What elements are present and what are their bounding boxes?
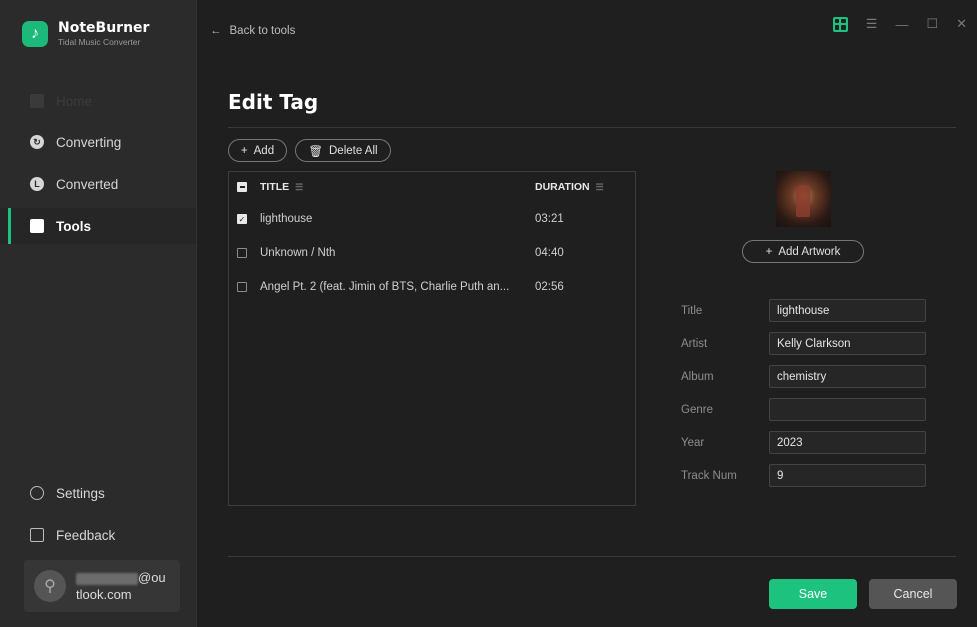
gear-icon xyxy=(30,486,44,500)
track-duration: 02:56 xyxy=(535,281,564,293)
sidebar-item-label: Tools xyxy=(56,218,91,234)
minimize-icon[interactable]: — xyxy=(895,17,908,32)
close-icon[interactable]: ✕ xyxy=(956,16,967,32)
table-header: TITLE ☰ DURATION ☰ xyxy=(229,172,635,202)
user-email: @ou tlook.com xyxy=(76,570,166,602)
back-label: Back to tools xyxy=(229,25,296,37)
mail-icon xyxy=(30,528,44,542)
brand: ♪ NoteBurner Tidal Music Converter xyxy=(22,20,149,48)
theme-grid-icon[interactable] xyxy=(832,16,848,32)
artist-label: Artist xyxy=(681,338,708,350)
row-checkbox[interactable] xyxy=(237,248,247,258)
table-row[interactable]: Angel Pt. 2 (feat. Jimin of BTS, Charlie… xyxy=(229,270,635,304)
track-duration: 04:40 xyxy=(535,247,564,259)
add-button[interactable]: + Add xyxy=(228,139,287,162)
back-to-tools-link[interactable]: ← Back to tools xyxy=(210,25,295,37)
sidebar: ♪ NoteBurner Tidal Music Converter Home … xyxy=(0,0,197,627)
sidebar-item-converted[interactable]: L Converted xyxy=(0,166,196,202)
page-title: Edit Tag xyxy=(228,90,319,114)
sidebar-item-home[interactable]: Home xyxy=(0,83,196,119)
divider-top xyxy=(228,127,956,128)
genre-label: Genre xyxy=(681,404,713,416)
arrow-left-icon: ← xyxy=(210,25,222,37)
track-duration: 03:21 xyxy=(535,213,564,225)
sort-icon: ☰ xyxy=(595,182,604,192)
plus-icon: + xyxy=(240,144,248,157)
artist-field[interactable] xyxy=(769,332,926,355)
toolbox-icon xyxy=(30,219,44,233)
delete-all-button[interactable]: 🗑 Delete All xyxy=(295,139,391,162)
save-button[interactable]: Save xyxy=(769,579,857,609)
title-label: Title xyxy=(681,305,703,317)
sidebar-item-label: Converted xyxy=(56,176,119,192)
track-num-field[interactable] xyxy=(769,464,926,487)
year-field[interactable] xyxy=(769,431,926,454)
sidebar-item-label: Converting xyxy=(56,134,122,150)
table-row[interactable]: ✓ lighthouse 03:21 xyxy=(229,202,635,236)
row-checkbox[interactable] xyxy=(237,282,247,292)
menu-icon[interactable]: ☰ xyxy=(866,16,878,32)
app-subtitle: Tidal Music Converter xyxy=(58,37,141,47)
table-row[interactable]: Unknown / Nth 04:40 xyxy=(229,236,635,270)
sidebar-item-label: Feedback xyxy=(56,527,116,543)
music-note-logo-icon: ♪ xyxy=(22,21,48,47)
sidebar-item-converting[interactable]: ↻ Converting xyxy=(0,124,196,160)
title-field[interactable] xyxy=(769,299,926,322)
maximize-icon[interactable]: ☐ xyxy=(926,16,938,32)
column-header-duration[interactable]: DURATION ☰ xyxy=(535,181,615,193)
redacted-email-part xyxy=(76,572,138,585)
divider-bottom xyxy=(228,556,956,557)
sidebar-item-settings[interactable]: Settings xyxy=(0,475,196,511)
sidebar-item-label: Home xyxy=(56,93,93,109)
refresh-icon: ↻ xyxy=(30,135,44,149)
album-label: Album xyxy=(681,371,714,383)
app-name: NoteBurner xyxy=(58,20,150,36)
genre-field[interactable] xyxy=(769,398,926,421)
sidebar-item-feedback[interactable]: Feedback xyxy=(0,517,196,553)
home-icon xyxy=(30,94,44,108)
select-all-checkbox[interactable] xyxy=(237,182,247,192)
row-checkbox[interactable]: ✓ xyxy=(237,214,247,224)
album-artwork xyxy=(776,171,831,227)
avatar-icon: ⚲ xyxy=(34,570,66,602)
album-field[interactable] xyxy=(769,365,926,388)
window-controls: ☰ — ☐ ✕ xyxy=(832,16,967,32)
sidebar-item-label: Settings xyxy=(56,485,105,501)
sidebar-item-tools[interactable]: Tools xyxy=(0,208,196,244)
track-title: Angel Pt. 2 (feat. Jimin of BTS, Charlie… xyxy=(260,281,510,293)
year-label: Year xyxy=(681,437,705,449)
add-artwork-button[interactable]: + Add Artwork xyxy=(742,240,864,263)
app-window: ♪ NoteBurner Tidal Music Converter Home … xyxy=(0,0,977,627)
track-title: Unknown / Nth xyxy=(260,247,336,259)
clock-icon: L xyxy=(30,177,44,191)
user-account-card[interactable]: ⚲ @ou tlook.com xyxy=(24,560,180,612)
column-header-title[interactable]: TITLE ☰ xyxy=(260,181,535,193)
track-list: TITLE ☰ DURATION ☰ ✓ lighthouse 03:21 Unkn… xyxy=(228,171,636,506)
track-num-label: Track Num xyxy=(681,470,737,482)
plus-icon: + xyxy=(765,245,773,258)
track-title: lighthouse xyxy=(260,213,313,225)
sort-icon: ☰ xyxy=(295,182,304,192)
trash-icon: 🗑 xyxy=(308,145,323,158)
cancel-button[interactable]: Cancel xyxy=(869,579,957,609)
